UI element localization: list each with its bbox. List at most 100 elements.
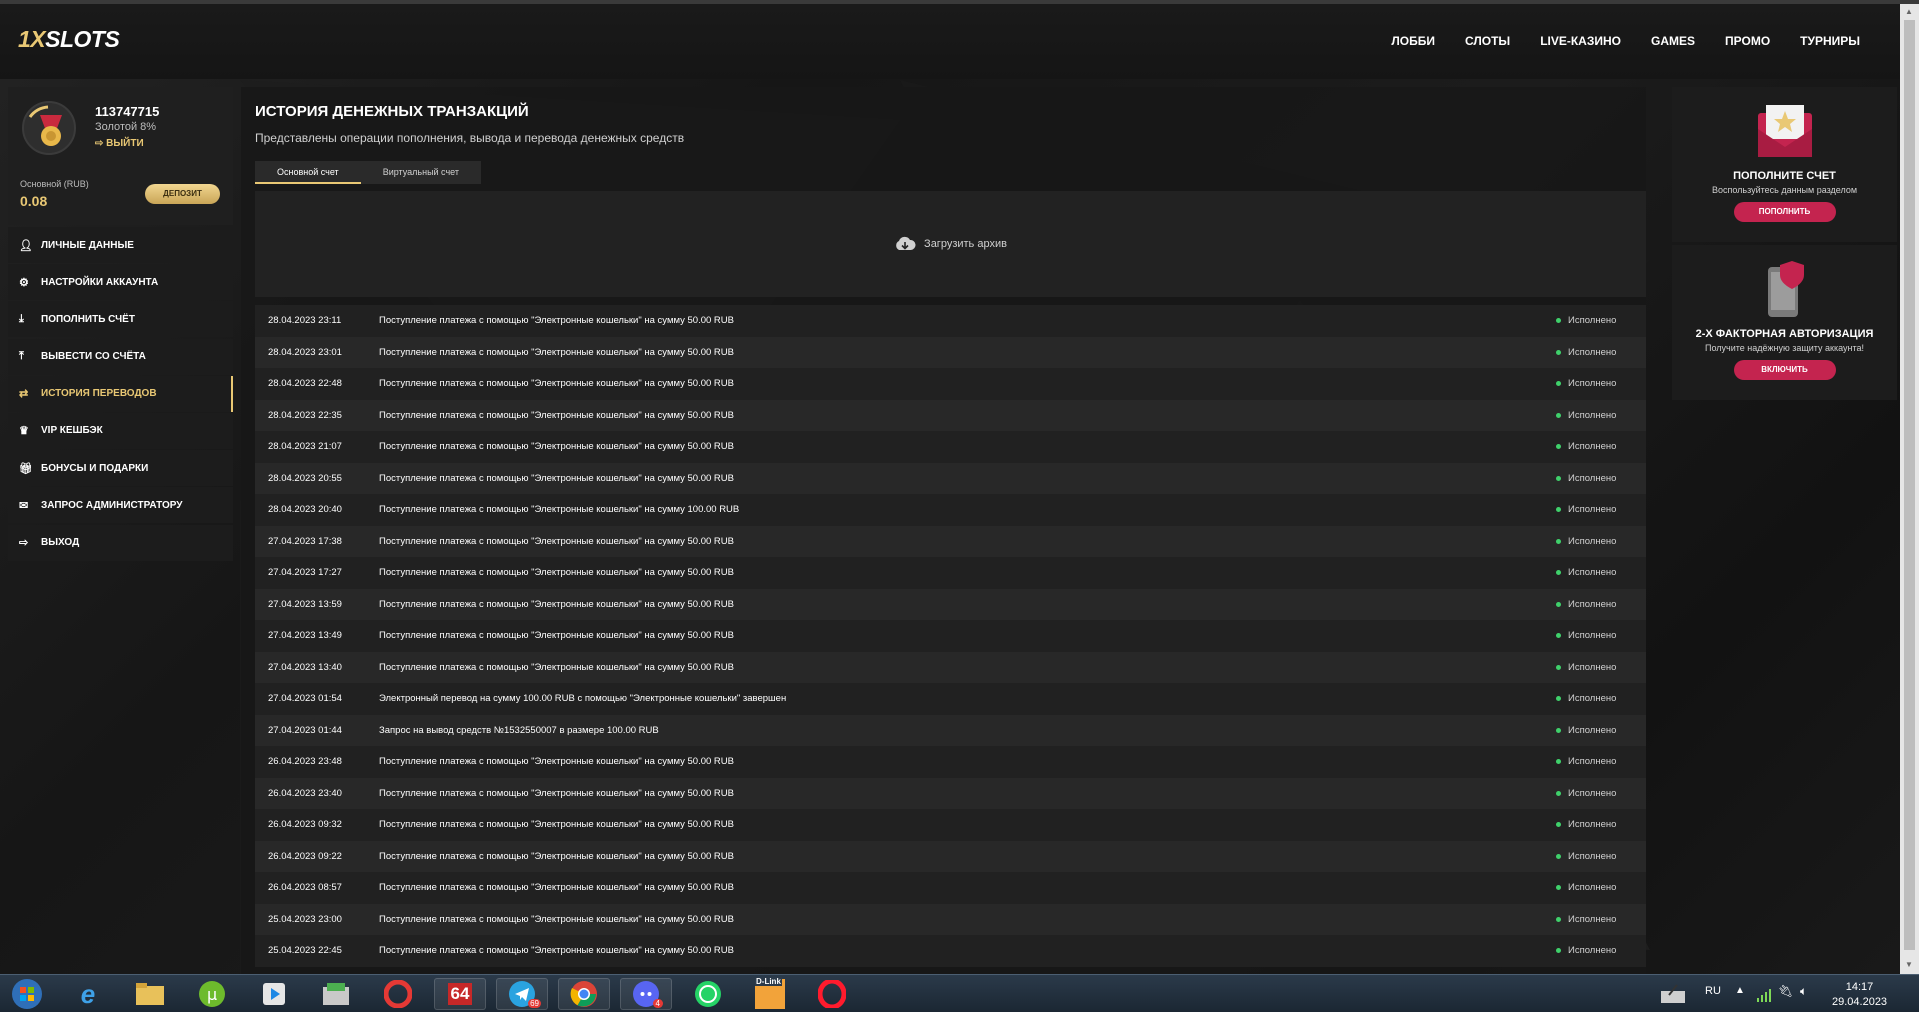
deposit-button[interactable]: ДЕПОЗИТ bbox=[145, 184, 220, 204]
taskbar-aida64[interactable]: 64 bbox=[434, 978, 486, 1010]
table-row: 28.04.2023 22:48 Поступление платежа с по… bbox=[255, 368, 1646, 400]
menu-item-withdraw[interactable]: ⤒ ВЫВЕСТИ СО СЧЁТА bbox=[8, 338, 233, 375]
menu-item-account-settings[interactable]: ⚙ НАСТРОЙКИ АККАУНТА bbox=[8, 264, 233, 301]
page-subtitle: Представлены операции пополнения, вывода… bbox=[255, 131, 685, 145]
status-label: Исполнено bbox=[1568, 724, 1617, 736]
system-clock[interactable]: 14:17 29.04.2023 bbox=[1832, 980, 1887, 1010]
transaction-description: Поступление платежа с помощью "Электронн… bbox=[379, 504, 740, 516]
start-button[interactable] bbox=[2, 978, 52, 1010]
taskbar-media-player[interactable] bbox=[248, 978, 300, 1010]
transaction-date: 27.04.2023 01:44 bbox=[268, 724, 342, 736]
taskbar-chrome[interactable] bbox=[558, 978, 610, 1010]
transaction-status: Исполнено bbox=[1556, 630, 1646, 641]
download-archive-button[interactable]: Загрузить архив bbox=[255, 191, 1646, 297]
status-dot-icon bbox=[1556, 948, 1561, 954]
transaction-date: 26.04.2023 09:22 bbox=[268, 850, 342, 862]
scroll-up-arrow-icon[interactable]: ▲ bbox=[1905, 7, 1913, 16]
table-row: 26.04.2023 09:32 Поступление платежа с по… bbox=[255, 809, 1646, 841]
taskbar-telegram[interactable]: 69 bbox=[496, 978, 548, 1010]
windows-logo-icon bbox=[12, 979, 42, 1009]
power-icon[interactable]: 🔌︎ bbox=[1778, 984, 1793, 998]
transaction-description: Поступление платежа с помощью "Электронн… bbox=[379, 787, 734, 799]
scroll-down-arrow-icon[interactable]: ▼ bbox=[1905, 960, 1913, 969]
exit-icon: ⇨ bbox=[19, 537, 29, 549]
transaction-description: Поступление платежа с помощью "Электронн… bbox=[379, 913, 734, 925]
transaction-description: Поступление платежа с помощью "Электронн… bbox=[379, 567, 734, 579]
status-label: Исполнено bbox=[1568, 346, 1617, 358]
taskbar-discord[interactable]: 4 bbox=[620, 978, 672, 1010]
taskbar-network-activity[interactable] bbox=[1655, 978, 1691, 1010]
transaction-description: Поступление платежа с помощью "Электронн… bbox=[379, 945, 734, 957]
account-menu: 👤︎ ЛИЧНЫЕ ДАННЫЕ ⚙ НАСТРОЙКИ АККАУНТА ⤓ ПОП… bbox=[8, 227, 233, 562]
telegram-badge: 69 bbox=[528, 999, 541, 1008]
language-indicator[interactable]: RU bbox=[1705, 985, 1721, 997]
nav-promo[interactable]: ПРОМО bbox=[1725, 34, 1770, 48]
menu-item-bonuses[interactable]: 🎁︎ БОНУСЫ И ПОДАРКИ bbox=[8, 450, 233, 487]
transaction-status: Исполнено bbox=[1556, 473, 1646, 484]
status-label: Исполнено bbox=[1568, 567, 1617, 579]
topup-button[interactable]: ПОПОЛНИТЬ bbox=[1733, 202, 1836, 222]
nav-slots[interactable]: СЛОТЫ bbox=[1465, 34, 1510, 48]
taskbar-explorer[interactable] bbox=[124, 978, 176, 1010]
volume-icon[interactable]: 🔈︎ bbox=[1800, 984, 1807, 999]
transactions-table: 28.04.2023 23:11 Поступление платежа с по… bbox=[255, 305, 1646, 967]
transaction-description: Поступление платежа с помощью "Электронн… bbox=[379, 441, 734, 453]
menu-item-deposit[interactable]: ⤓ ПОПОЛНИТЬ СЧЁТ bbox=[8, 301, 233, 338]
table-row: 28.04.2023 21:07 Поступление платежа с по… bbox=[255, 431, 1646, 463]
show-hidden-icons-icon[interactable]: ▲ bbox=[1735, 985, 1745, 996]
taskbar-utorrent[interactable]: µ bbox=[186, 978, 238, 1010]
tab-virtual-account[interactable]: Виртуальный счет bbox=[360, 161, 481, 184]
taskbar-dlink[interactable]: D-Link bbox=[744, 977, 796, 1010]
crown-icon: ♛ bbox=[19, 425, 29, 438]
transaction-status: Исполнено bbox=[1556, 882, 1646, 893]
transaction-description: Поступление платежа с помощью "Электронн… bbox=[379, 535, 734, 547]
utorrent-icon: µ bbox=[199, 981, 225, 1007]
status-dot-icon bbox=[1556, 822, 1561, 828]
menu-item-transfer-history[interactable]: ⇄ ИСТОРИЯ ПЕРЕВОДОВ bbox=[8, 375, 233, 412]
transaction-date: 25.04.2023 22:45 bbox=[268, 945, 342, 957]
taskbar-ie[interactable]: e bbox=[62, 978, 114, 1010]
upload-icon: ⤒ bbox=[19, 350, 24, 363]
taskbar-whatsapp[interactable] bbox=[682, 978, 734, 1010]
account-tabs: Основной счет Виртуальный счет bbox=[255, 161, 481, 184]
nav-tournaments[interactable]: ТУРНИРЫ bbox=[1800, 34, 1860, 48]
logout-link[interactable]: ⇨ ВЫЙТИ bbox=[95, 138, 144, 149]
signal-icon[interactable] bbox=[1756, 988, 1772, 1002]
status-label: Исполнено bbox=[1568, 661, 1617, 673]
status-label: Исполнено bbox=[1568, 315, 1617, 327]
transaction-description: Поступление платежа с помощью "Электронн… bbox=[379, 346, 734, 358]
archive-label: Загрузить архив bbox=[924, 238, 1007, 250]
menu-item-personal-data[interactable]: 👤︎ ЛИЧНЫЕ ДАННЫЕ bbox=[8, 227, 233, 263]
transaction-date: 26.04.2023 09:32 bbox=[268, 819, 342, 831]
taskbar-installer[interactable] bbox=[310, 978, 362, 1010]
menu-item-admin-request[interactable]: ✉ ЗАПРОС АДМИНИСТРАТОРУ bbox=[8, 487, 233, 524]
transaction-date: 27.04.2023 17:27 bbox=[268, 567, 342, 579]
nav-games[interactable]: GAMES bbox=[1651, 34, 1695, 48]
vip-medal-icon bbox=[22, 101, 76, 155]
status-dot-icon bbox=[1556, 349, 1561, 355]
table-row: 26.04.2023 23:40 Поступление платежа с по… bbox=[255, 777, 1646, 809]
menu-item-exit[interactable]: ⇨ ВЫХОД bbox=[8, 524, 233, 561]
taskbar-ccleaner[interactable] bbox=[372, 978, 424, 1010]
page-title: ИСТОРИЯ ДЕНЕЖНЫХ ТРАНЗАКЦИЙ bbox=[255, 103, 529, 120]
status-label: Исполнено bbox=[1568, 787, 1617, 799]
tab-main-account[interactable]: Основной счет bbox=[255, 161, 361, 184]
status-label: Исполнено bbox=[1568, 819, 1617, 831]
table-row: 27.04.2023 17:27 Поступление платежа с по… bbox=[255, 557, 1646, 589]
site-logo[interactable]: 1XSLOTS bbox=[18, 26, 120, 53]
vertical-scrollbar[interactable]: ▲ ▼ bbox=[1900, 4, 1919, 974]
status-dot-icon bbox=[1556, 853, 1561, 859]
status-dot-icon bbox=[1556, 601, 1561, 607]
two-factor-widget: 2-Х ФАКТОРНАЯ АВТОРИЗАЦИЯ Получите надёж… bbox=[1672, 245, 1897, 400]
scrollbar-thumb[interactable] bbox=[1904, 20, 1915, 950]
transaction-status: Исполнено bbox=[1556, 315, 1646, 326]
transaction-description: Поступление платежа с помощью "Электронн… bbox=[379, 756, 734, 768]
exit-icon: ⇨ bbox=[95, 138, 104, 149]
enable-2fa-button[interactable]: ВКЛЮЧИТЬ bbox=[1733, 360, 1836, 380]
transaction-status: Исполнено bbox=[1556, 599, 1646, 610]
nav-lobby[interactable]: ЛОББИ bbox=[1391, 34, 1435, 48]
balance-value: 0.08 bbox=[20, 193, 48, 209]
nav-live-casino[interactable]: LIVE-КАЗИНО bbox=[1540, 34, 1621, 48]
menu-item-vip-cashback[interactable]: ♛ VIP КЕШБЭК bbox=[8, 412, 233, 449]
taskbar-opera[interactable] bbox=[806, 978, 858, 1010]
